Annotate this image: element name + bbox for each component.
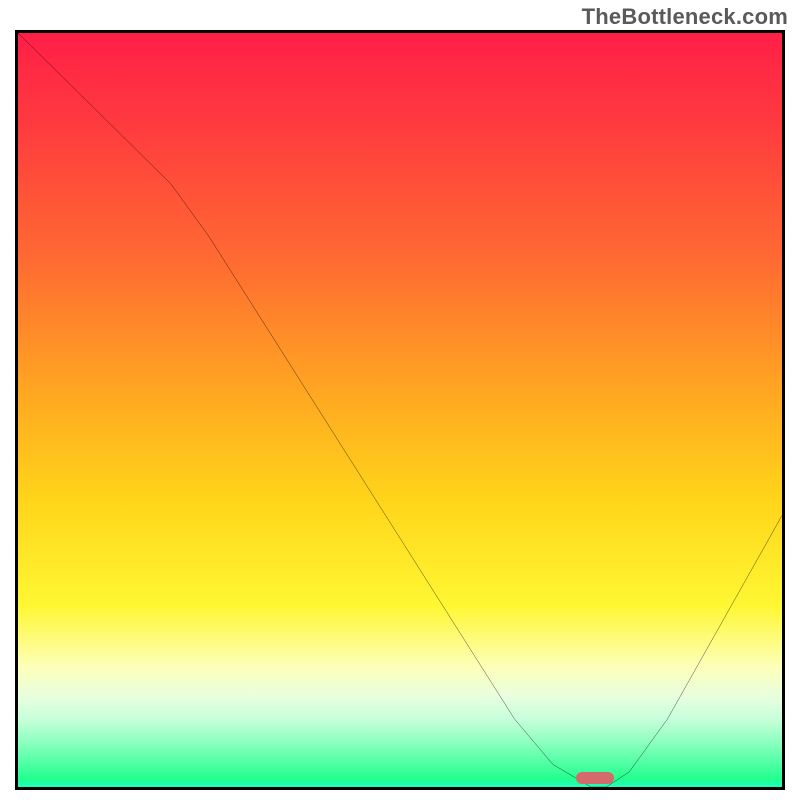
watermark-text: TheBottleneck.com: [582, 4, 788, 30]
bottleneck-curve: [18, 33, 782, 787]
curve-path: [18, 33, 782, 787]
optimal-range-marker: [576, 772, 614, 784]
chart-frame: [15, 30, 785, 790]
